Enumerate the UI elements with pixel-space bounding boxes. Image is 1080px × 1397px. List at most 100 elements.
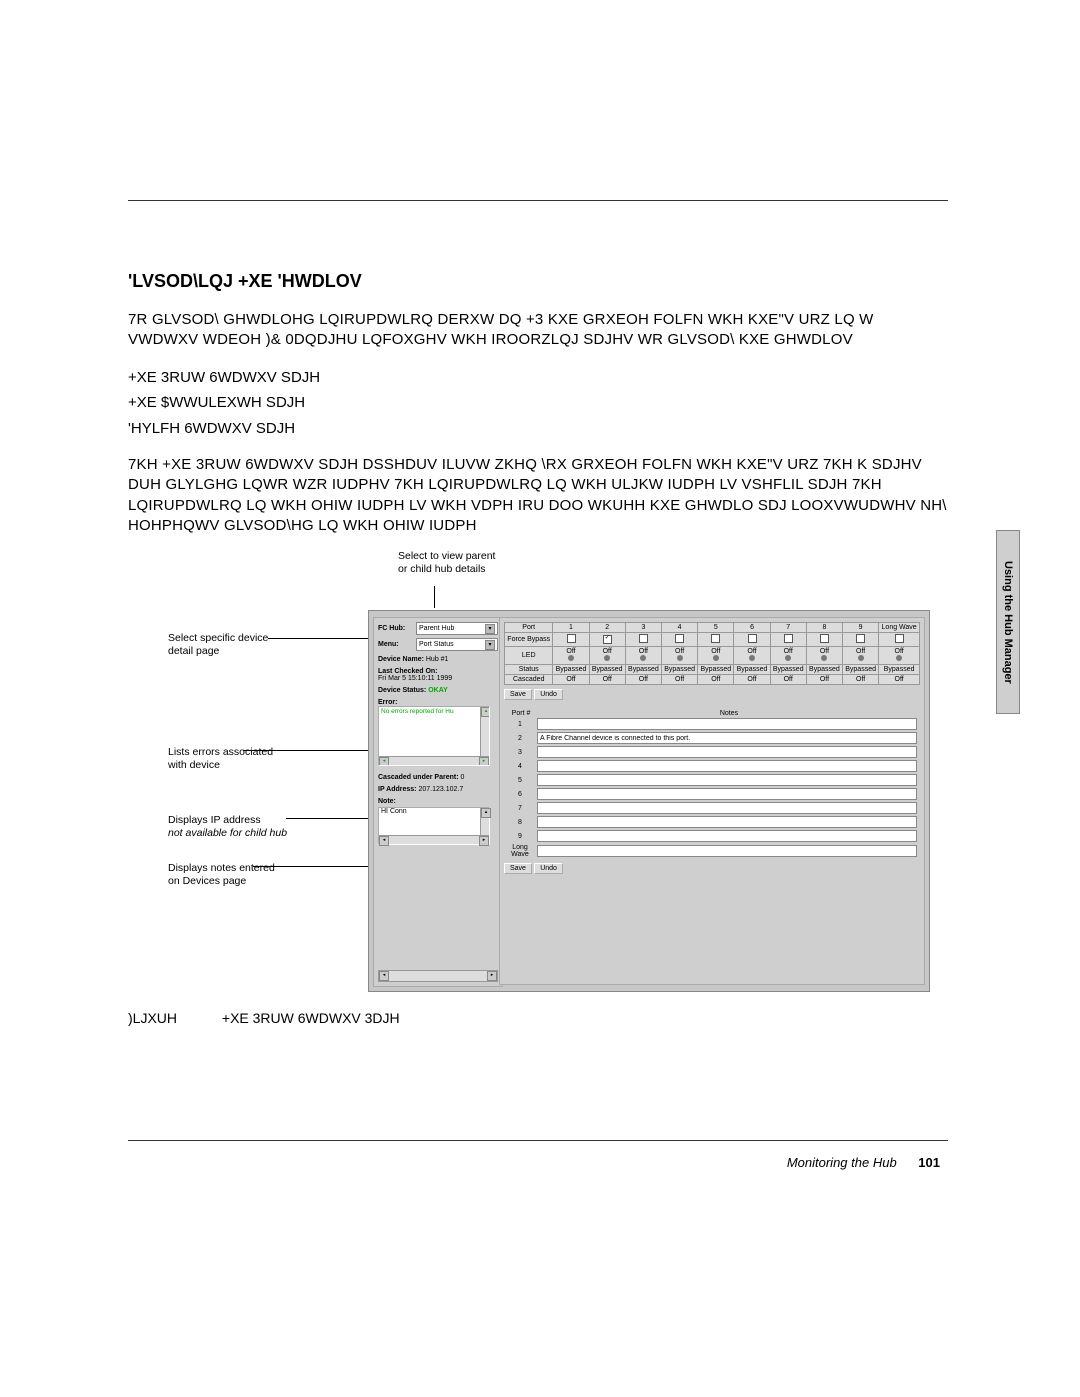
port-cell[interactable]: [662, 633, 698, 647]
menu-select[interactable]: Port Status: [416, 638, 498, 651]
led-icon: [604, 655, 610, 661]
note-port-number: 3: [504, 745, 536, 759]
figure-caption: )LJXUH +XE 3RUW 6WDWXV 3DJH: [128, 1010, 948, 1026]
checkbox[interactable]: [711, 634, 720, 643]
port-cell[interactable]: [698, 633, 734, 647]
led-icon: [568, 655, 574, 661]
footer-section: Monitoring the Hub: [787, 1155, 897, 1170]
port-cell: Off: [589, 675, 625, 685]
page-footer: Monitoring the Hub 101: [787, 1155, 940, 1170]
undo-button[interactable]: Undo: [534, 689, 563, 700]
menu-label: Menu:: [378, 641, 416, 648]
checkbox[interactable]: [895, 634, 904, 643]
port-header: Long Wave: [879, 623, 920, 633]
figure-title: +XE 3RUW 6WDWXV 3DJH: [222, 1010, 400, 1026]
note-port-number: 2: [504, 731, 536, 745]
scrollbar-horizontal[interactable]: ◂▸: [379, 756, 489, 765]
chevron-left-icon[interactable]: ◂: [379, 757, 389, 766]
cascaded-label: Cascaded under Parent: 0: [378, 774, 498, 781]
checkbox[interactable]: [603, 635, 612, 644]
port-status-table: Port123456789Long WaveForce BypassLEDOff…: [504, 622, 920, 685]
scrollbar-vertical[interactable]: ▴: [480, 707, 489, 757]
note-input[interactable]: [537, 845, 917, 857]
checkbox[interactable]: [748, 634, 757, 643]
port-cell[interactable]: [553, 633, 589, 647]
port-cell: Bypassed: [589, 665, 625, 675]
port-header: 8: [806, 623, 842, 633]
screenshot: FC Hub: Parent Hub Menu: Port Status Dev…: [368, 610, 930, 992]
port-cell: Off: [625, 647, 661, 665]
chevron-left-icon[interactable]: ◂: [379, 971, 389, 981]
checkbox[interactable]: [675, 634, 684, 643]
chevron-right-icon[interactable]: ▸: [487, 971, 497, 981]
checkbox[interactable]: [856, 634, 865, 643]
callout-leader: [286, 818, 368, 819]
port-cell[interactable]: [879, 633, 920, 647]
save-button[interactable]: Save: [504, 689, 532, 700]
scrollbar-vertical[interactable]: ▴: [480, 808, 489, 836]
error-listbox[interactable]: No errors reported for Hu ▴ ◂▸: [378, 706, 490, 766]
note-input[interactable]: [537, 830, 917, 842]
note-box[interactable]: HI Conn ▴ ◂▸: [378, 807, 490, 845]
note-input[interactable]: [537, 774, 917, 786]
note-input[interactable]: [537, 788, 917, 800]
port-notes-table: 123456789Long Wave: [504, 717, 920, 859]
device-status-value: OKAY: [428, 687, 448, 694]
port-cell: Off: [843, 675, 879, 685]
chevron-left-icon[interactable]: ◂: [379, 836, 389, 846]
chevron-down-icon: [485, 640, 495, 650]
last-checked-label: Last Checked On:: [378, 668, 498, 675]
note-input[interactable]: [537, 802, 917, 814]
note-input[interactable]: [537, 732, 917, 744]
chevron-up-icon[interactable]: ▴: [481, 707, 490, 717]
note-port-number: 5: [504, 773, 536, 787]
port-cell: Bypassed: [662, 665, 698, 675]
checkbox[interactable]: [820, 634, 829, 643]
save-button[interactable]: Save: [504, 863, 532, 874]
port-cell: Bypassed: [698, 665, 734, 675]
chevron-up-icon[interactable]: ▴: [481, 808, 491, 818]
horizontal-rule-bottom: [128, 1140, 948, 1141]
device-status-label: Device Status: OKAY: [378, 687, 498, 694]
port-cell: Off: [553, 675, 589, 685]
figure-number: )LJXUH: [128, 1010, 218, 1026]
footer-page-number: 101: [918, 1155, 940, 1170]
note-input[interactable]: [537, 746, 917, 758]
port-cell[interactable]: [843, 633, 879, 647]
port-cell[interactable]: [734, 633, 770, 647]
note-input[interactable]: [537, 718, 917, 730]
checkbox[interactable]: [784, 634, 793, 643]
checkbox[interactable]: [639, 634, 648, 643]
port-header: 6: [734, 623, 770, 633]
chevron-down-icon: [485, 624, 495, 634]
note-port-number: 7: [504, 801, 536, 815]
port-notes-section: Port # Notes 123456789Long Wave Save Und…: [504, 710, 920, 874]
port-cell[interactable]: [589, 633, 625, 647]
note-port-number: 9: [504, 829, 536, 843]
note-input[interactable]: [537, 816, 917, 828]
port-row-label: Status: [505, 665, 553, 675]
chevron-right-icon[interactable]: ▸: [479, 836, 489, 846]
port-header: 4: [662, 623, 698, 633]
callout-ip-text: Displays IP address: [168, 814, 261, 826]
port-cell[interactable]: [770, 633, 806, 647]
fc-hub-select[interactable]: Parent Hub: [416, 622, 498, 635]
note-input[interactable]: [537, 760, 917, 772]
left-frame: FC Hub: Parent Hub Menu: Port Status Dev…: [373, 617, 503, 987]
list-item: +XE 3RUW 6WDWXV SDJH: [128, 365, 948, 391]
scrollbar-horizontal[interactable]: ◂▸: [378, 970, 498, 982]
port-cell[interactable]: [806, 633, 842, 647]
checkbox[interactable]: [567, 634, 576, 643]
chevron-right-icon[interactable]: ▸: [479, 757, 489, 766]
callout-leader: [243, 750, 369, 751]
callout-select-page: Select specific device detail page: [168, 632, 278, 657]
error-text: No errors reported for Hu: [379, 707, 489, 716]
scrollbar-horizontal[interactable]: ◂▸: [379, 835, 489, 844]
port-cell[interactable]: [625, 633, 661, 647]
port-row-label: LED: [505, 647, 553, 665]
port-cell: Off: [806, 675, 842, 685]
led-icon: [896, 655, 902, 661]
note-label: Note:: [378, 798, 498, 805]
callout-leader: [434, 586, 435, 608]
undo-button[interactable]: Undo: [534, 863, 563, 874]
